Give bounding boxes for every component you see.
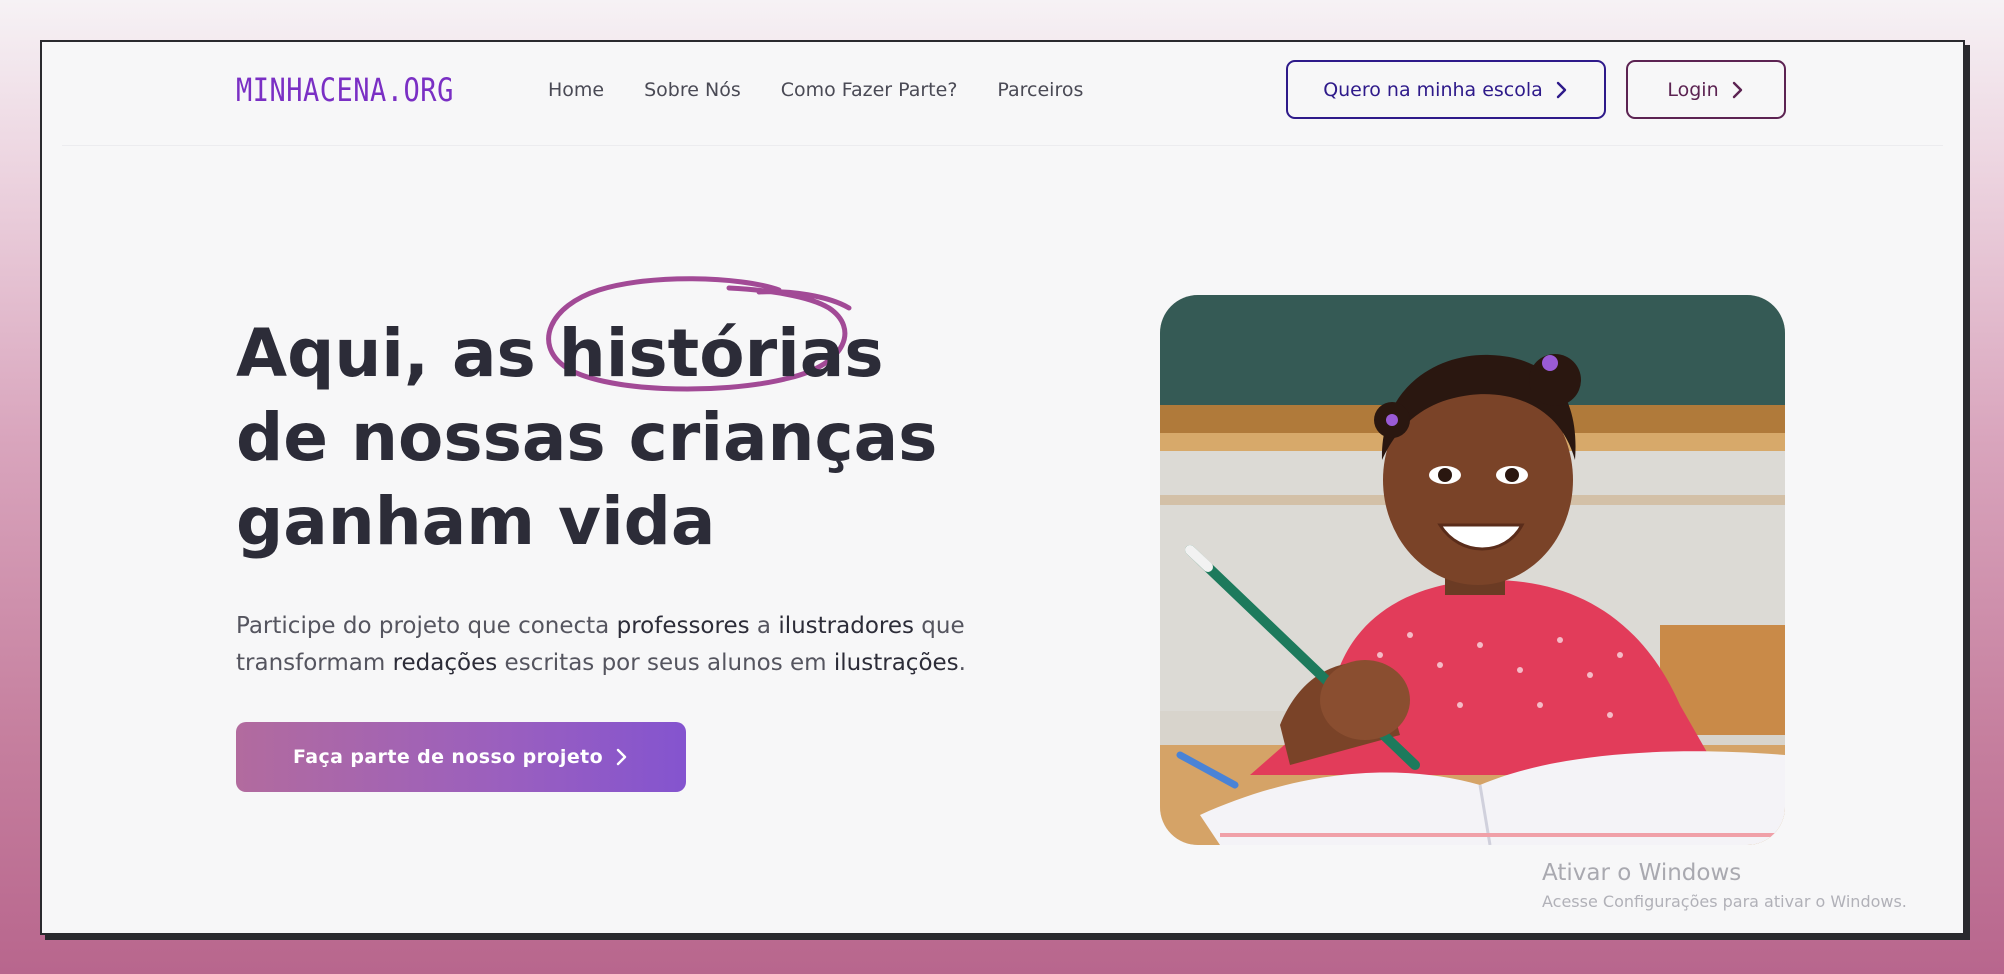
hero-title-line-2: de nossas crianças [236,399,938,476]
navbar: MINHACENA.ORG Home Sobre Nós Como Fazer … [42,42,1963,146]
os-activation-title: Ativar o Windows [1542,860,1742,886]
hero-title-line-1: Aqui, as histórias [236,276,937,396]
hero-title: Aqui, as histórias de nossas crianças ga… [236,276,938,564]
subtitle-text: Participe do projeto que conecta [236,613,617,639]
navbar-divider [62,145,1943,146]
join-project-button[interactable]: Faça parte de nosso projeto [236,722,686,792]
nav-link-home[interactable]: Home [548,79,604,101]
join-project-label: Faça parte de nosso projeto [292,746,604,768]
school-signup-button[interactable]: Quero na minha escola [1286,60,1606,119]
school-signup-label: Quero na minha escola [1323,78,1543,101]
hero-photo-illustration [1160,295,1785,845]
hero-subtitle: Participe do projeto que conecta profess… [236,608,1006,682]
os-activation-subtitle: Acesse Configurações para ativar o Windo… [1542,892,1907,911]
hero-photo-girl-writing [1160,295,1785,845]
subtitle-text: escritas por seus alunos em [497,650,834,676]
chevron-right-icon [1732,81,1742,98]
hero-highlight-word: histórias [545,276,884,396]
nav-link-parceiros[interactable]: Parceiros [997,79,1083,101]
subtitle-emphasis-ilustracoes: ilustrações [833,650,959,676]
hero-title-line-3: ganham vida [236,483,716,560]
nav-link-sobre-nos[interactable]: Sobre Nós [644,79,741,101]
subtitle-text: a [749,613,779,639]
nav-link-como-fazer-parte[interactable]: Como Fazer Parte? [781,79,958,101]
browser-window: MINHACENA.ORG Home Sobre Nós Como Fazer … [40,40,1965,935]
subtitle-emphasis-ilustradores: ilustradores [778,613,914,639]
subtitle-emphasis-redacoes: redações [392,650,498,676]
login-label: Login [1667,78,1719,101]
site-logo[interactable]: MINHACENA.ORG [236,72,454,109]
hero-title-prefix: Aqui, as [236,315,559,392]
main-nav: Home Sobre Nós Como Fazer Parte? Parceir… [548,79,1083,101]
login-button[interactable]: Login [1626,60,1786,119]
hero-highlight-text: histórias [558,315,884,392]
chevron-right-icon [1556,81,1566,98]
subtitle-text: . [958,650,966,676]
subtitle-emphasis-professores: professores [616,613,750,639]
chevron-right-icon [616,748,627,766]
